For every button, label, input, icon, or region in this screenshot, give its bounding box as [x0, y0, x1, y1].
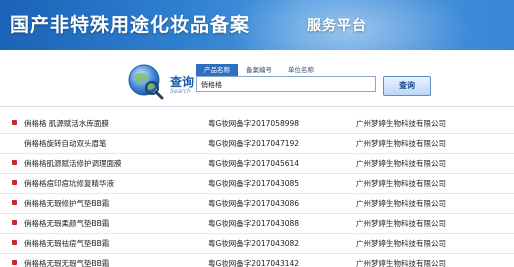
product-name-link[interactable]: 俏格格无瑕祛痘气垫BB霜 [24, 234, 109, 253]
bullet-icon [12, 240, 17, 245]
search-tabs: 产品名称 备案编号 单位名称 [196, 64, 322, 76]
page: 国产非特殊用途化妆品备案 服务平台 查询 Search 产品名称 备案编号 单位… [0, 0, 514, 267]
registration-number: 粤G妆网备字2017058998 [208, 119, 300, 128]
list-item[interactable]: 俏格格旋转自动双头眉笔 粤G妆网备字2017047192 广州梦婷生物科技有限公… [0, 134, 514, 154]
registration-number: 粤G妆网备字2017047192 [208, 139, 300, 148]
product-name-link[interactable]: 俏格格旋转自动双头眉笔 [24, 134, 107, 153]
divider [0, 106, 514, 107]
bullet-icon [12, 260, 17, 265]
registration-number: 粤G妆网备字2017043088 [208, 219, 300, 228]
results-list: 俏格格 肌源赋活水库面膜 粤G妆网备字2017058998 广州梦婷生物科技有限… [0, 114, 514, 267]
registration-number: 粤G妆网备字2017043082 [208, 239, 300, 248]
list-item[interactable]: 俏格格 肌源赋活水库面膜 粤G妆网备字2017058998 广州梦婷生物科技有限… [0, 114, 514, 134]
registration-number: 粤G妆网备字2017045614 [208, 159, 300, 168]
bullet-icon [12, 220, 17, 225]
list-item[interactable]: 俏格格肌源赋活修护调理面膜 粤G妆网备字2017045614 广州梦婷生物科技有… [0, 154, 514, 174]
company-name: 广州梦婷生物科技有限公司 [356, 219, 446, 228]
list-item[interactable]: 俏格格无瑕无瑕气垫BB霜 粤G妆网备字2017043142 广州梦婷生物科技有限… [0, 254, 514, 267]
product-name-link[interactable]: 俏格格无瑕无瑕气垫BB霜 [24, 254, 109, 267]
product-name-link[interactable]: 俏格格 肌源赋活水库面膜 [24, 114, 109, 133]
bullet-icon [12, 160, 17, 165]
tab-company-name[interactable]: 单位名称 [280, 64, 322, 76]
registration-number: 粤G妆网备字2017043086 [208, 199, 300, 208]
globe-search-icon [128, 64, 164, 100]
search-subheading: Search [170, 88, 191, 95]
company-name: 广州梦婷生物科技有限公司 [356, 139, 446, 148]
company-name: 广州梦婷生物科技有限公司 [356, 159, 446, 168]
company-name: 广州梦婷生物科技有限公司 [356, 199, 446, 208]
tab-product-name[interactable]: 产品名称 [196, 64, 238, 76]
registration-number: 粤G妆网备字2017043085 [208, 179, 300, 188]
registration-number: 粤G妆网备字2017043142 [208, 259, 300, 267]
company-name: 广州梦婷生物科技有限公司 [356, 119, 446, 128]
product-name-link[interactable]: 俏格格肌源赋活修护调理面膜 [24, 154, 122, 173]
company-name: 广州梦婷生物科技有限公司 [356, 259, 446, 267]
company-name: 广州梦婷生物科技有限公司 [356, 239, 446, 248]
search-input[interactable]: 俏格格 [196, 76, 376, 92]
tab-registration-number[interactable]: 备案编号 [238, 64, 280, 76]
site-subtitle: 服务平台 [307, 18, 367, 34]
search-panel: 查询 Search 产品名称 备案编号 单位名称 俏格格 查询 [0, 50, 514, 106]
product-name-link[interactable]: 俏格格无瑕柔颜气垫BB霜 [24, 214, 109, 233]
list-item[interactable]: 俏格格无瑕祛痘气垫BB霜 粤G妆网备字2017043082 广州梦婷生物科技有限… [0, 234, 514, 254]
list-item[interactable]: 俏格格无瑕柔颜气垫BB霜 粤G妆网备字2017043088 广州梦婷生物科技有限… [0, 214, 514, 234]
bullet-icon [12, 180, 17, 185]
product-name-link[interactable]: 俏格格痘印痘坑修复精华液 [24, 174, 114, 193]
list-item[interactable]: 俏格格痘印痘坑修复精华液 粤G妆网备字2017043085 广州梦婷生物科技有限… [0, 174, 514, 194]
product-name-link[interactable]: 俏格格无瑕修护气垫BB霜 [24, 194, 109, 213]
site-title: 国产非特殊用途化妆品备案 [10, 14, 251, 36]
bullet-icon [12, 200, 17, 205]
header-banner: 国产非特殊用途化妆品备案 服务平台 [0, 0, 514, 90]
company-name: 广州梦婷生物科技有限公司 [356, 179, 446, 188]
bullet-icon [12, 120, 17, 125]
search-button[interactable]: 查询 [383, 76, 431, 96]
list-item[interactable]: 俏格格无瑕修护气垫BB霜 粤G妆网备字2017043086 广州梦婷生物科技有限… [0, 194, 514, 214]
